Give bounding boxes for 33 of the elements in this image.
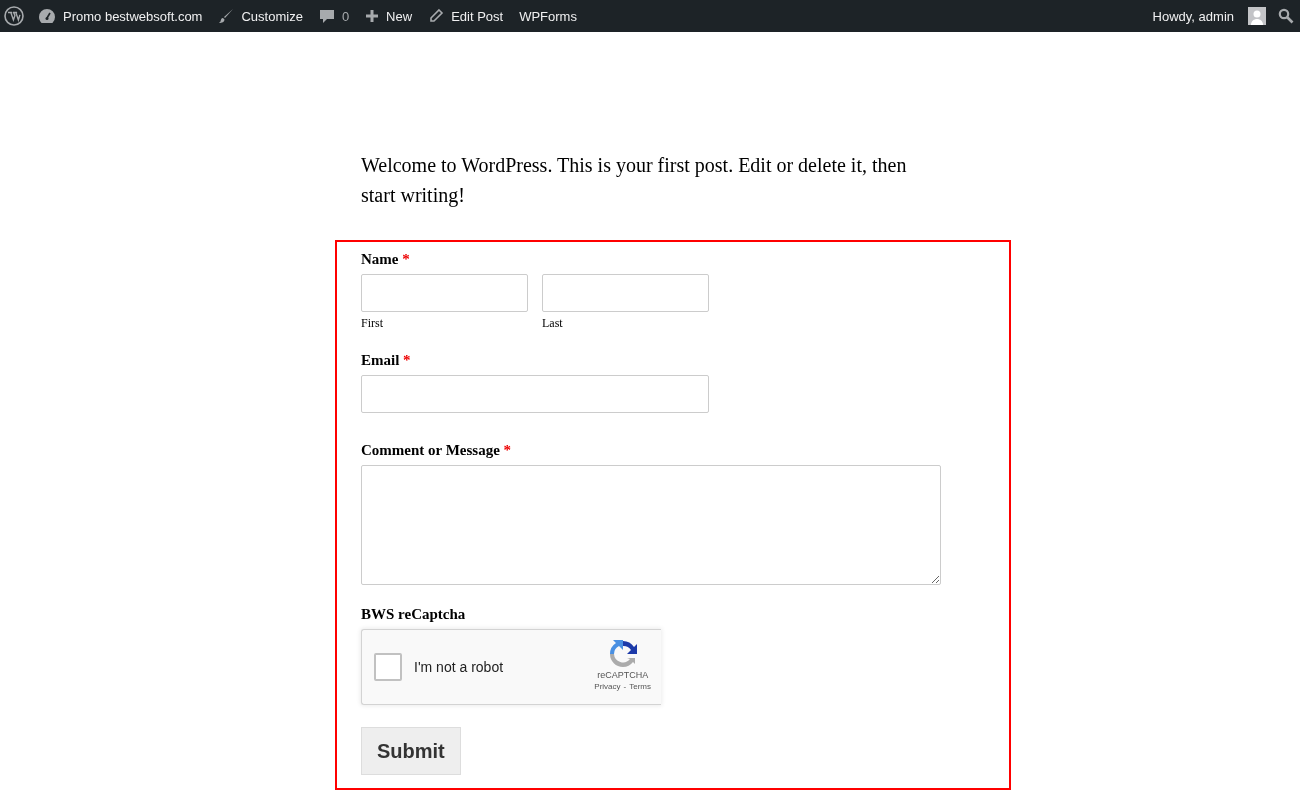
sublabel-text: Last (542, 316, 564, 331)
field-label: Comment or Message * (361, 441, 513, 459)
submit-button[interactable]: Submit (361, 727, 461, 775)
paintbrush-icon (218, 8, 235, 24)
customize-link[interactable]: Customize (210, 0, 311, 32)
field-label: BWS reCaptcha (361, 605, 467, 623)
separator-text: - (623, 682, 627, 691)
field-label: Email * (361, 351, 412, 369)
new-link[interactable]: New (357, 0, 421, 32)
wordpress-logo-icon[interactable] (4, 6, 24, 26)
account-menu[interactable]: Howdy, admin (1146, 0, 1272, 32)
email-input-field[interactable] (361, 375, 709, 413)
text-input-field[interactable] (361, 274, 528, 312)
post-paragraph: Welcome to WordPress. This is your first post. Edit or delete it, then start writing! (361, 153, 908, 209)
field-label: Name * (361, 250, 411, 268)
search-icon (1278, 8, 1294, 24)
greeting-text: Howdy, admin (1152, 8, 1234, 24)
captcha-checkbox[interactable] (374, 653, 402, 681)
sublabel-text: First (361, 316, 384, 331)
dashboard-gauge-icon (38, 8, 56, 24)
privacy-link[interactable]: Privacy (594, 682, 621, 691)
captcha-label: I'm not a robot (414, 659, 504, 675)
comments-link[interactable]: 0 (310, 0, 358, 32)
speech-bubble-icon (318, 8, 335, 24)
recaptcha-brand-text: reCAPTCHA (597, 670, 649, 680)
plus-icon (365, 9, 380, 23)
terms-link[interactable]: Terms (629, 682, 651, 691)
pencil-icon (428, 8, 445, 24)
site-name-link[interactable]: Promo bestwebsoft.com (30, 0, 211, 32)
message-textarea[interactable] (361, 465, 941, 585)
toolbar-link[interactable]: WPForms (511, 0, 585, 32)
edit-post-link[interactable]: Edit Post (420, 0, 512, 32)
text-input-field[interactable] (542, 274, 709, 312)
